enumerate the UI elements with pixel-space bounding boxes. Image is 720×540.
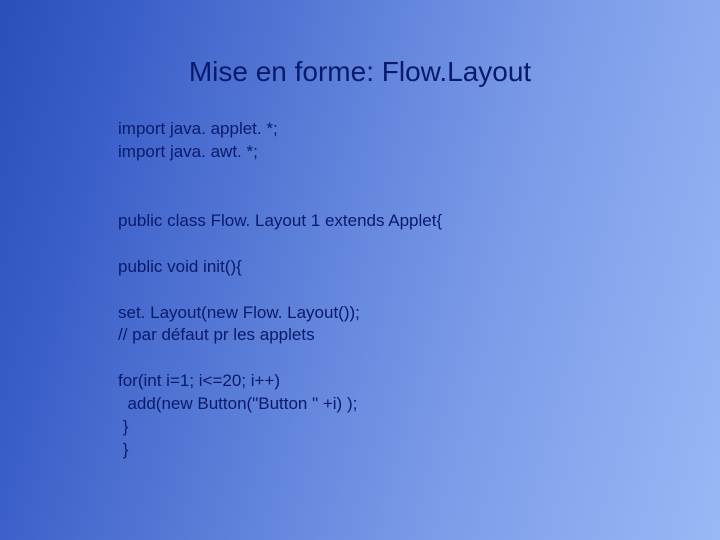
code-line: } (118, 417, 128, 436)
code-line: public void init(){ (118, 257, 242, 276)
code-block: import java. applet. *; import java. awt… (118, 118, 442, 462)
code-line: for(int i=1; i<=20; i++) (118, 371, 280, 390)
code-line: // par défaut pr les applets (118, 325, 315, 344)
code-line: import java. awt. *; (118, 142, 258, 161)
code-line: } (118, 440, 128, 459)
code-line: set. Layout(new Flow. Layout()); (118, 303, 360, 322)
slide: Mise en forme: Flow.Layout import java. … (0, 0, 720, 540)
code-line: add(new Button("Button " +i) ); (118, 394, 357, 413)
code-line: import java. applet. *; (118, 119, 278, 138)
code-line: public class Flow. Layout 1 extends Appl… (118, 211, 442, 230)
slide-title: Mise en forme: Flow.Layout (0, 56, 720, 88)
